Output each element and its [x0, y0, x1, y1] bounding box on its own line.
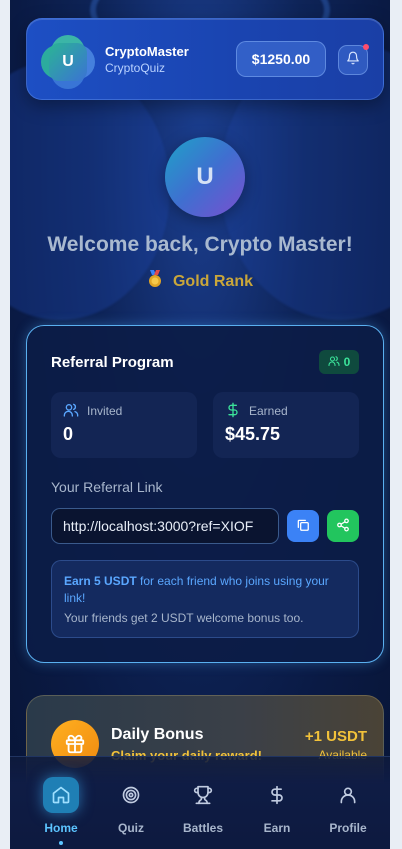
- referral-card: Referral Program 0 Invited 0 Earned $45.…: [26, 325, 384, 663]
- referral-info-box: Earn 5 USDT for each friend who joins us…: [51, 560, 359, 638]
- dollar-icon: [225, 402, 241, 423]
- nav-home[interactable]: Home: [26, 777, 96, 845]
- rank-badge: Gold Rank: [10, 270, 390, 293]
- home-icon: [43, 777, 79, 813]
- copy-icon: [296, 518, 310, 535]
- users-icon: [328, 355, 340, 370]
- active-indicator: [59, 841, 63, 845]
- target-icon: [113, 777, 149, 813]
- dollar-icon: [259, 777, 295, 813]
- bottom-nav: Home Quiz Battles Earn Profile: [10, 756, 390, 849]
- referral-link-input[interactable]: [51, 508, 279, 544]
- logo-letter: U: [49, 43, 87, 81]
- earned-value: $45.75: [225, 424, 281, 444]
- invited-label: Invited: [87, 404, 123, 418]
- earned-label: Earned: [249, 404, 288, 418]
- referral-reward-highlight: Earn 5 USDT: [64, 574, 137, 588]
- nav-label: Home: [44, 821, 78, 835]
- invited-value: 0: [63, 424, 74, 444]
- referral-title: Referral Program: [51, 354, 174, 371]
- notifications-button[interactable]: [338, 44, 369, 75]
- nav-label: Quiz: [118, 821, 144, 835]
- bell-icon: [346, 51, 360, 70]
- nav-label: Battles: [182, 821, 223, 835]
- nav-profile[interactable]: Profile: [313, 777, 383, 835]
- welcome-heading: Welcome back, Crypto Master!: [47, 233, 353, 256]
- rank-label: Gold Rank: [172, 272, 253, 290]
- app-header: U CryptoMaster CryptoQuiz $1250.00: [26, 18, 384, 100]
- users-icon: [63, 402, 79, 423]
- trophy-icon: [185, 777, 221, 813]
- share-link-button[interactable]: [327, 510, 359, 542]
- notification-dot: [363, 44, 369, 50]
- daily-bonus-title: Daily Bonus: [111, 726, 204, 743]
- user-avatar[interactable]: U: [165, 137, 245, 217]
- nav-battles[interactable]: Battles: [168, 777, 238, 835]
- copy-link-button[interactable]: [287, 510, 319, 542]
- referral-count: 0: [343, 355, 351, 369]
- app-name: CryptoMaster: [105, 44, 189, 59]
- nav-label: Earn: [263, 821, 291, 835]
- nav-label: Profile: [329, 821, 367, 835]
- daily-bonus-amount: +1 USDT: [304, 728, 367, 745]
- share-icon: [336, 518, 350, 535]
- earned-stat: Earned $45.75: [213, 392, 359, 458]
- app-subtitle: CryptoQuiz: [105, 61, 166, 75]
- referral-count-badge: 0: [319, 350, 359, 374]
- app-screen: U CryptoMaster CryptoQuiz $1250.00 U Wel…: [10, 0, 390, 849]
- app-logo: U: [41, 35, 95, 89]
- medal-icon: [147, 270, 163, 293]
- referral-link-label: Your Referral Link: [51, 479, 163, 495]
- invited-stat: Invited 0: [51, 392, 197, 458]
- nav-earn[interactable]: Earn: [242, 777, 312, 835]
- nav-quiz[interactable]: Quiz: [96, 777, 166, 835]
- user-icon: [330, 777, 366, 813]
- balance-button[interactable]: $1250.00: [236, 41, 326, 77]
- referral-friend-bonus-text: Your friends get 2 USDT welcome bonus to…: [64, 611, 304, 625]
